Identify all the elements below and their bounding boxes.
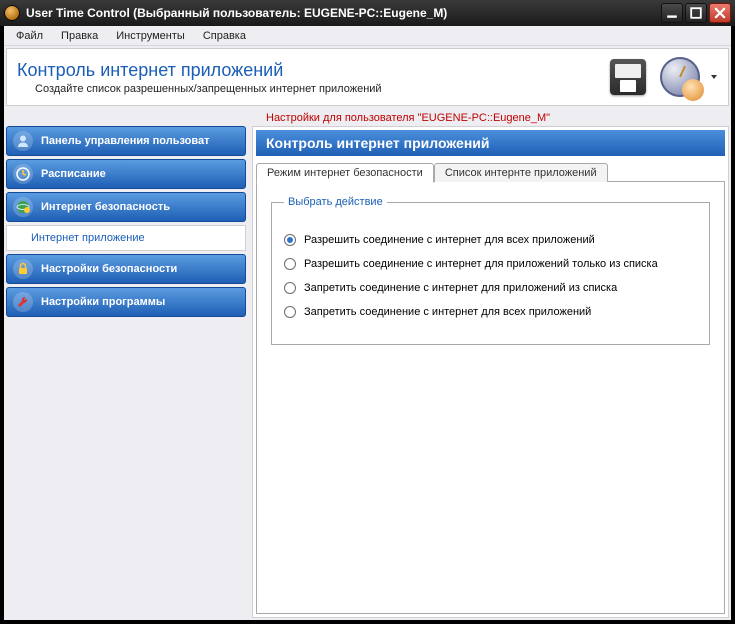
app-icon [4, 5, 20, 21]
user-icon [13, 131, 33, 151]
sidebar-item-schedule[interactable]: Расписание [6, 159, 246, 189]
wrench-icon [13, 292, 33, 312]
minimize-button[interactable] [661, 3, 683, 23]
settings-for-label: Настройки для пользователя "EUGENE-PC::E… [6, 110, 729, 126]
body: Настройки для пользователя "EUGENE-PC::E… [4, 108, 731, 620]
save-button[interactable] [606, 55, 650, 99]
window-controls [661, 3, 731, 23]
menu-tools[interactable]: Инструменты [108, 28, 193, 44]
sidebar-item-label: Настройки программы [41, 296, 165, 308]
sidebar: Панель управления пользоват Расписание И… [6, 126, 246, 618]
close-button[interactable] [709, 3, 731, 23]
lock-icon [13, 259, 33, 279]
app-window: User Time Control (Выбранный пользовател… [0, 0, 735, 624]
close-icon [714, 7, 726, 19]
group-legend: Выбрать действие [284, 196, 387, 208]
tab-security-mode[interactable]: Режим интернет безопасности [256, 163, 434, 183]
radio-allow-all[interactable]: Разрешить соединение с интернет для всех… [284, 234, 697, 246]
tab-app-list[interactable]: Список интернте приложений [434, 163, 608, 182]
sidebar-item-program-settings[interactable]: Настройки программы [6, 287, 246, 317]
sidebar-item-internet-security[interactable]: Интернет безопасность [6, 192, 246, 222]
user-clock-button[interactable] [658, 55, 702, 99]
radio-block-all[interactable]: Запретить соединение с интернет для всех… [284, 306, 697, 318]
sidebar-item-security-settings[interactable]: Настройки безопасности [6, 254, 246, 284]
save-icon [610, 59, 646, 95]
radio-input[interactable] [284, 306, 296, 318]
sidebar-item-label: Расписание [41, 168, 106, 180]
radio-input[interactable] [284, 258, 296, 270]
sidebar-item-label: Панель управления пользоват [41, 135, 210, 147]
radio-label: Запретить соединение с интернет для всех… [304, 306, 591, 318]
maximize-button[interactable] [685, 3, 707, 23]
header-actions [606, 55, 718, 99]
menu-edit[interactable]: Правка [53, 28, 106, 44]
sidebar-item-user-panel[interactable]: Панель управления пользоват [6, 126, 246, 156]
page-subtitle: Создайте список разрешенных/запрещенных … [17, 83, 606, 95]
radio-label: Разрешить соединение с интернет для прил… [304, 258, 658, 270]
sidebar-item-label: Настройки безопасности [41, 263, 177, 275]
clock-user-icon [660, 57, 700, 97]
minimize-icon [666, 7, 678, 19]
titlebar[interactable]: User Time Control (Выбранный пользовател… [0, 0, 735, 26]
page-title: Контроль интернет приложений [17, 60, 606, 81]
chevron-down-icon[interactable] [710, 73, 718, 81]
menubar: Файл Правка Инструменты Справка [4, 26, 731, 46]
page-header: Контроль интернет приложений Создайте сп… [6, 48, 729, 106]
maximize-icon [690, 7, 702, 19]
action-group: Выбрать действие Разрешить соединение с … [271, 196, 710, 345]
sidebar-subitem-internet-app[interactable]: Интернет приложение [6, 225, 246, 251]
radio-block-list[interactable]: Запретить соединение с интернет для прил… [284, 282, 697, 294]
tab-body: Выбрать действие Разрешить соединение с … [256, 182, 725, 614]
globe-icon [13, 197, 33, 217]
radio-allow-list[interactable]: Разрешить соединение с интернет для прил… [284, 258, 697, 270]
menu-help[interactable]: Справка [195, 28, 254, 44]
window-title: User Time Control (Выбранный пользовател… [26, 6, 661, 20]
radio-input[interactable] [284, 282, 296, 294]
header-text: Контроль интернет приложений Создайте сп… [17, 60, 606, 95]
client-area: Файл Правка Инструменты Справка Контроль… [4, 26, 731, 620]
content-panel: Контроль интернет приложений Режим интер… [252, 126, 729, 618]
tab-strip: Режим интернет безопасности Список интер… [256, 160, 725, 182]
radio-label: Разрешить соединение с интернет для всех… [304, 234, 595, 246]
sidebar-item-label: Интернет безопасность [41, 201, 170, 213]
columns: Панель управления пользоват Расписание И… [6, 126, 729, 618]
radio-input[interactable] [284, 234, 296, 246]
content-title: Контроль интернет приложений [256, 130, 725, 156]
radio-label: Запретить соединение с интернет для прил… [304, 282, 617, 294]
menu-file[interactable]: Файл [8, 28, 51, 44]
clock-icon [13, 164, 33, 184]
